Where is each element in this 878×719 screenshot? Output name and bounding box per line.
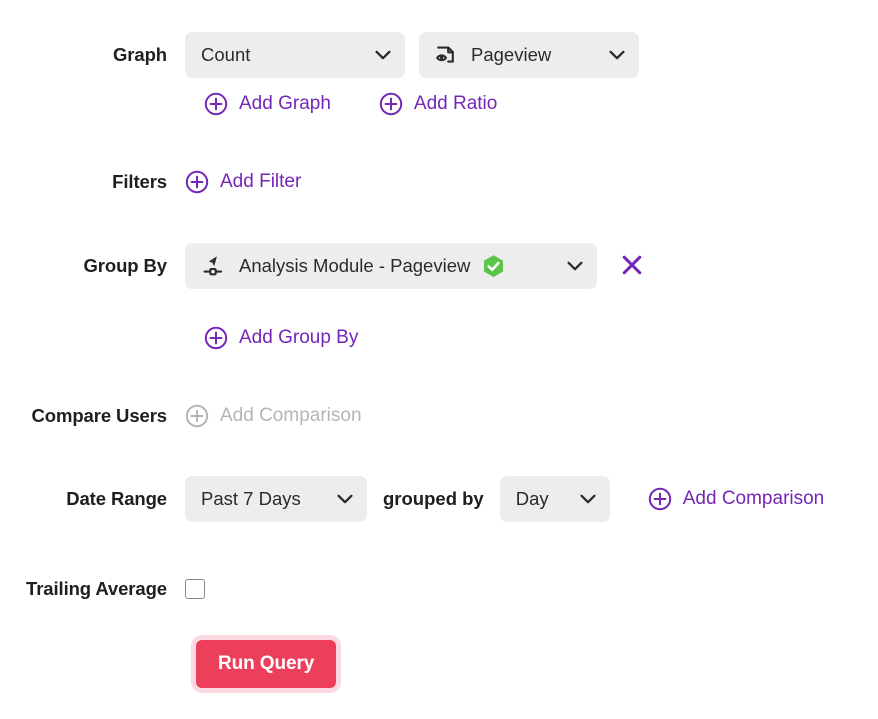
- run-query-button[interactable]: Run Query: [196, 640, 337, 688]
- add-group-by-button[interactable]: Add Group By: [204, 326, 358, 350]
- date-interval-select[interactable]: Day: [499, 476, 610, 522]
- filters-row-body: Add Filter: [185, 170, 301, 194]
- grouped-by-text: grouped by: [383, 488, 484, 509]
- date-range-select[interactable]: Past 7 Days: [185, 476, 367, 522]
- graph-row-label: Graph: [113, 44, 167, 65]
- group-by-add-actions: Add Group By: [204, 326, 358, 350]
- plus-circle-icon: [204, 92, 228, 116]
- group-by-row-body: Analysis Module - Pageview: [185, 243, 645, 289]
- plus-circle-icon: [648, 487, 672, 511]
- graph-row: Graph Count Pageview: [0, 32, 639, 78]
- filters-row: Filters Add Filter: [0, 170, 301, 194]
- verified-check-badge: [482, 254, 505, 279]
- add-ratio-label: Add Ratio: [413, 93, 498, 114]
- compare-users-row-label: Compare Users: [31, 405, 168, 426]
- query-builder: Graph Count Pageview Add Graph Add Ratio…: [0, 0, 878, 719]
- pageview-icon: [435, 43, 459, 67]
- compare-users-row: Compare Users Add Comparison: [0, 404, 362, 428]
- add-graph-button[interactable]: Add Graph: [204, 92, 331, 116]
- chevron-down-icon: [321, 494, 353, 505]
- add-comparison-users-button: Add Comparison: [185, 404, 362, 428]
- chevron-down-icon: [564, 494, 596, 505]
- date-range-row-body: Past 7 Days grouped by Day Add Compariso…: [185, 476, 824, 522]
- chevron-down-icon: [551, 261, 583, 272]
- add-ratio-button[interactable]: Add Ratio: [379, 92, 497, 116]
- chevron-down-icon: [359, 50, 391, 61]
- run-query-row: Run Query: [196, 640, 337, 688]
- group-by-row: Group By Analysis Module - Pageview: [0, 243, 645, 289]
- date-range-value: Past 7 Days: [201, 488, 301, 509]
- filters-row-label: Filters: [112, 171, 167, 192]
- chevron-down-icon: [593, 50, 625, 61]
- trailing-average-row-label: Trailing Average: [26, 578, 167, 599]
- add-graph-label: Add Graph: [239, 93, 331, 114]
- group-by-value: Analysis Module - Pageview: [239, 255, 471, 276]
- add-comparison-date-button[interactable]: Add Comparison: [648, 487, 825, 511]
- graph-event-select[interactable]: Pageview: [419, 32, 639, 78]
- analysis-module-icon: [201, 253, 227, 279]
- close-icon: [619, 252, 645, 281]
- plus-circle-icon: [379, 92, 403, 116]
- graph-add-actions: Add Graph Add Ratio: [204, 92, 497, 116]
- date-interval-value: Day: [515, 488, 549, 509]
- add-comparison-users-label: Add Comparison: [220, 405, 362, 426]
- graph-metric-value: Count: [201, 44, 251, 65]
- graph-row-body: Count Pageview: [185, 32, 639, 78]
- plus-circle-icon: [185, 170, 209, 194]
- graph-event-value: Pageview: [471, 44, 552, 65]
- trailing-average-row-body: [185, 579, 205, 599]
- plus-circle-icon: [185, 404, 209, 428]
- remove-group-by-button[interactable]: [619, 252, 645, 281]
- graph-metric-select[interactable]: Count: [185, 32, 405, 78]
- date-range-row-label: Date Range: [66, 488, 167, 509]
- trailing-average-row: Trailing Average: [0, 578, 205, 600]
- add-filter-button[interactable]: Add Filter: [185, 170, 301, 194]
- add-filter-label: Add Filter: [220, 171, 302, 192]
- group-by-select[interactable]: Analysis Module - Pageview: [185, 243, 597, 289]
- add-comparison-date-label: Add Comparison: [682, 488, 825, 509]
- date-range-row: Date Range Past 7 Days grouped by Day Ad…: [0, 476, 824, 522]
- trailing-average-checkbox[interactable]: [185, 579, 205, 599]
- plus-circle-icon: [204, 326, 228, 350]
- group-by-row-label: Group By: [83, 255, 168, 276]
- compare-users-row-body: Add Comparison: [185, 404, 362, 428]
- add-group-by-label: Add Group By: [239, 327, 359, 348]
